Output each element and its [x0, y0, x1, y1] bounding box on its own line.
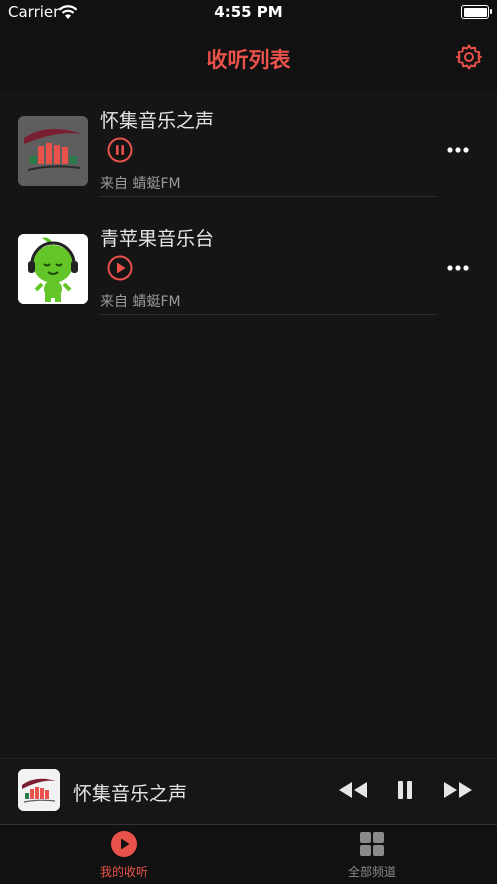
fast-forward-icon[interactable]	[442, 779, 474, 801]
station-logo	[18, 234, 88, 304]
station-logo	[18, 116, 88, 186]
pause-icon[interactable]	[396, 779, 414, 801]
battery-icon	[461, 5, 492, 19]
pause-circle-icon[interactable]	[107, 137, 133, 163]
gear-icon[interactable]	[455, 43, 483, 71]
page-title: 收听列表	[206, 48, 291, 72]
now-playing-title: 怀集音乐之声	[73, 783, 188, 805]
list-item[interactable]: 怀集音乐之声 来自 蜻蜓FM	[0, 90, 497, 208]
status-bar: Carrier 4:55 PM	[0, 0, 497, 26]
tab-all-channels[interactable]: 全部频道	[248, 825, 496, 884]
mini-player-logo	[18, 769, 60, 811]
more-icon[interactable]	[446, 144, 470, 156]
row-divider	[98, 196, 438, 197]
play-circle-icon	[111, 831, 137, 857]
row-divider	[98, 314, 438, 315]
station-title: 怀集音乐之声	[100, 110, 215, 132]
tab-my-listening[interactable]: 我的收听	[0, 825, 248, 884]
mini-player[interactable]: 怀集音乐之声	[0, 758, 497, 825]
tab-label: 我的收听	[99, 865, 148, 879]
tab-bar: 我的收听 全部频道	[0, 824, 497, 884]
play-circle-icon[interactable]	[107, 255, 133, 281]
clock: 4:55 PM	[214, 3, 283, 21]
station-list: 怀集音乐之声 来自 蜻蜓FM 青苹果音乐台 来自 蜻蜓FM	[0, 90, 497, 326]
more-icon[interactable]	[446, 262, 470, 274]
station-title: 青苹果音乐台	[100, 228, 215, 250]
station-source: 来自 蜻蜓FM	[100, 294, 181, 310]
tab-label: 全部频道	[347, 865, 396, 879]
list-item[interactable]: 青苹果音乐台 来自 蜻蜓FM	[0, 208, 497, 326]
grid-icon	[360, 832, 384, 856]
station-source: 来自 蜻蜓FM	[100, 176, 181, 192]
rewind-icon[interactable]	[337, 779, 369, 801]
nav-bar: 收听列表	[0, 26, 497, 90]
